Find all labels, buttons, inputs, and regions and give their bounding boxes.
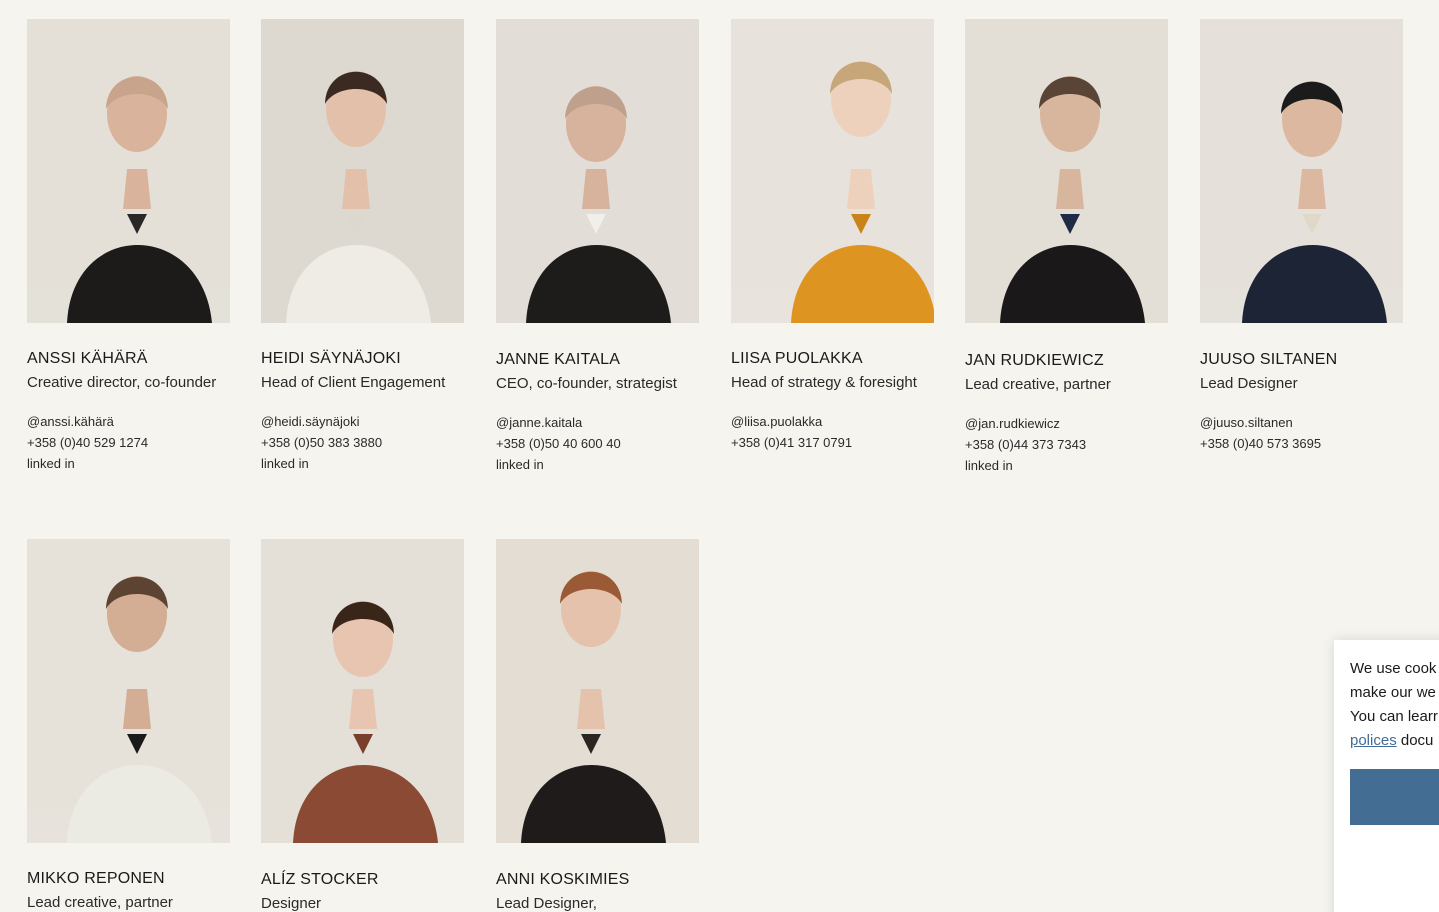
team-member-name: ANSSI KÄHÄRÄ bbox=[27, 350, 148, 367]
linkedin-link[interactable]: linked in bbox=[27, 453, 230, 474]
team-member-photo bbox=[261, 19, 464, 323]
team-member-card: LIISA PUOLAKKA Head of strategy & foresig… bbox=[731, 19, 934, 453]
team-member-contact: @jan.rudkiewicz +358 (0)44 373 7343 linked… bbox=[965, 413, 1168, 476]
phone-link[interactable]: +358 (0)50 383 3880 bbox=[261, 432, 464, 453]
team-member-card: MIKKO REPONEN Lead creative, partner bbox=[27, 539, 230, 912]
team-member-name: JAN RUDKIEWICZ bbox=[965, 352, 1104, 369]
team-member-card: JUUSO SILTANEN Lead Designer @juuso.siltan… bbox=[1200, 19, 1403, 454]
team-member-card: ANNI KOSKIMIES Lead Designer, bbox=[496, 539, 699, 912]
linkedin-link[interactable]: linked in bbox=[965, 455, 1168, 476]
team-member-photo bbox=[496, 19, 699, 323]
team-member-name: ALÍZ STOCKER bbox=[261, 871, 379, 888]
team-member-name: ANNI KOSKIMIES bbox=[496, 871, 630, 888]
team-member-card: ALÍZ STOCKER Designer bbox=[261, 539, 464, 912]
cookie-line-3: You can learr bbox=[1350, 708, 1438, 725]
team-member-role: Lead Designer, bbox=[496, 895, 597, 912]
team-member-card: ANSSI KÄHÄRÄ Creative director, co-founde… bbox=[27, 19, 230, 474]
team-member-name: JUUSO SILTANEN bbox=[1200, 351, 1338, 368]
phone-link[interactable]: +358 (0)41 317 0791 bbox=[731, 432, 934, 453]
team-member-card: JANNE KAITALA CEO, co-founder, strategist… bbox=[496, 19, 699, 475]
team-member-photo bbox=[27, 19, 230, 323]
team-member-contact: @heidi.säynäjoki +358 (0)50 383 3880 linke… bbox=[261, 411, 464, 474]
social-handle-link[interactable]: @janne.kaitala bbox=[496, 412, 699, 433]
team-member-role: CEO, co-founder, strategist bbox=[496, 375, 677, 392]
phone-link[interactable]: +358 (0)40 573 3695 bbox=[1200, 433, 1403, 454]
cookie-line-4: polices docu bbox=[1350, 729, 1439, 753]
social-handle-link[interactable]: @juuso.siltanen bbox=[1200, 412, 1403, 433]
cookie-line-2: make our we bbox=[1350, 684, 1436, 701]
social-handle-link[interactable]: @heidi.säynäjoki bbox=[261, 411, 464, 432]
team-member-photo bbox=[261, 539, 464, 843]
team-member-photo bbox=[731, 19, 934, 323]
social-handle-link[interactable]: @anssi.kähärä bbox=[27, 411, 230, 432]
team-member-card: HEIDI SÄYNÄJOKI Head of Client Engagement… bbox=[261, 19, 464, 474]
linkedin-link[interactable]: linked in bbox=[496, 454, 699, 475]
cookie-line-4-rest: docu bbox=[1396, 732, 1434, 749]
phone-link[interactable]: +358 (0)40 529 1274 bbox=[27, 432, 230, 453]
team-member-photo bbox=[1200, 19, 1403, 323]
team-member-contact: @anssi.kähärä +358 (0)40 529 1274 linked i… bbox=[27, 411, 230, 474]
team-member-contact: @liisa.puolakka +358 (0)41 317 0791 bbox=[731, 411, 934, 453]
team-member-role: Lead creative, partner bbox=[27, 894, 173, 911]
team-member-name: HEIDI SÄYNÄJOKI bbox=[261, 350, 401, 367]
team-member-role: Creative director, co-founder bbox=[27, 374, 217, 391]
team-member-role: Head of Client Engagement bbox=[261, 374, 446, 391]
team-member-role: Designer bbox=[261, 895, 322, 912]
team-member-name: JANNE KAITALA bbox=[496, 351, 621, 368]
team-member-name: MIKKO REPONEN bbox=[27, 870, 165, 887]
cookie-line-1: We use cook bbox=[1350, 660, 1437, 677]
team-member-name: LIISA PUOLAKKA bbox=[731, 350, 863, 367]
social-handle-link[interactable]: @jan.rudkiewicz bbox=[965, 413, 1168, 434]
team-member-role: Lead creative, partner bbox=[965, 376, 1111, 393]
team-member-contact: @janne.kaitala +358 (0)50 40 600 40 linked… bbox=[496, 412, 699, 475]
team-page: ANSSI KÄHÄRÄ Creative director, co-founde… bbox=[0, 0, 1439, 912]
team-member-role: Head of strategy & foresight bbox=[731, 374, 917, 391]
team-member-photo bbox=[27, 539, 230, 843]
cookie-text: We use cook make our we You can learr po… bbox=[1350, 657, 1439, 753]
social-handle-link[interactable]: @liisa.puolakka bbox=[731, 411, 934, 432]
cookie-banner: We use cook make our we You can learr po… bbox=[1334, 640, 1439, 912]
team-member-photo bbox=[496, 539, 699, 843]
cookie-accept-button[interactable] bbox=[1350, 769, 1439, 825]
team-member-role: Lead Designer bbox=[1200, 375, 1298, 392]
linkedin-link[interactable]: linked in bbox=[261, 453, 464, 474]
team-member-contact: @juuso.siltanen +358 (0)40 573 3695 bbox=[1200, 412, 1403, 454]
phone-link[interactable]: +358 (0)44 373 7343 bbox=[965, 434, 1168, 455]
team-member-card: JAN RUDKIEWICZ Lead creative, partner @jan… bbox=[965, 19, 1168, 476]
team-member-photo bbox=[965, 19, 1168, 323]
cookie-policy-link[interactable]: polices bbox=[1350, 732, 1397, 749]
phone-link[interactable]: +358 (0)50 40 600 40 bbox=[496, 433, 699, 454]
